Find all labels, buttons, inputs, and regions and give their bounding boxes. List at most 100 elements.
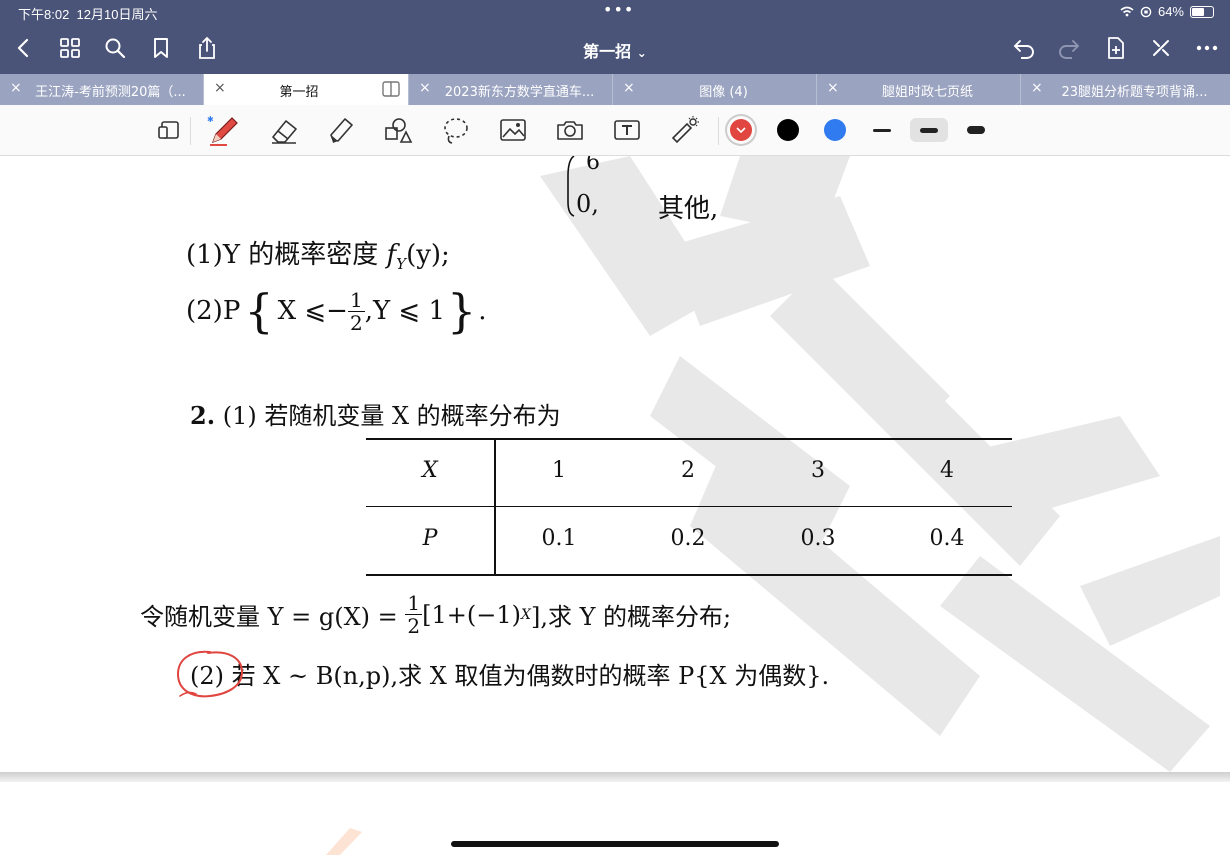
tab-image[interactable]: × 图像 (4): [613, 74, 817, 105]
close-icon[interactable]: ×: [10, 80, 22, 96]
table-cell-x: 1: [552, 458, 566, 483]
stroke-sample: [920, 127, 938, 133]
pencil-tools-icon[interactable]: [1147, 34, 1175, 62]
redo-icon[interactable]: [1055, 34, 1083, 62]
chevron-down-icon[interactable]: ⌄: [637, 46, 647, 60]
laser-pointer-icon[interactable]: [668, 115, 702, 145]
status-time: 下午8:02 12月10日周六: [18, 7, 158, 22]
table-cell-x: 3: [811, 458, 825, 483]
chevron-down-icon: [736, 127, 746, 134]
close-icon[interactable]: ×: [1031, 80, 1043, 96]
q2-body-b: ,Y ⩽ 1: [364, 296, 445, 326]
line3-sup: X: [521, 606, 531, 623]
svg-text:✱: ✱: [207, 115, 214, 124]
piecewise-brace: [567, 156, 575, 217]
close-icon[interactable]: ×: [623, 80, 635, 96]
stroke-width-medium-selected[interactable]: [910, 118, 948, 142]
close-icon[interactable]: ×: [419, 80, 431, 96]
share-icon[interactable]: [193, 34, 221, 62]
color-swatch-black[interactable]: [777, 119, 799, 141]
image-icon[interactable]: [496, 115, 530, 145]
next-page-watermark-fragment: [326, 828, 362, 855]
line3-a: 令随机变量 Y = g(X) =: [140, 603, 398, 631]
document-title[interactable]: 第一招: [583, 42, 631, 61]
bookmark-icon[interactable]: [147, 34, 175, 62]
orientation-lock-icon: [1140, 6, 1152, 17]
pen-icon[interactable]: ✱: [207, 115, 241, 146]
case-fragment-6: 6: [586, 156, 600, 175]
fraction-one-half: 12: [405, 591, 423, 637]
tab-math-review[interactable]: × 2023新东方数学直通车...: [409, 74, 613, 105]
more-icon[interactable]: [1193, 34, 1221, 62]
undo-icon[interactable]: [1010, 34, 1038, 62]
table-cell-p: 0.4: [929, 526, 965, 551]
table-cell-p: 0.1: [541, 526, 577, 551]
grid-view-icon[interactable]: [56, 34, 84, 62]
text-box-icon[interactable]: [610, 115, 644, 145]
document-title-area: 第一招 ⌄: [0, 38, 1230, 62]
probability-table: X P 1 2 3 4 0.1 0.2 0.3 0.4: [366, 438, 1012, 576]
table-mid-rule: [366, 506, 1012, 507]
table-header-x: X: [422, 458, 438, 483]
fraction-numerator: 1: [347, 287, 365, 312]
multitask-dots[interactable]: •••: [603, 0, 634, 19]
battery-fill: [1192, 7, 1204, 16]
q2-end: .: [478, 296, 487, 326]
table-cell-p: 0.2: [670, 526, 706, 551]
table-cell-x: 2: [681, 458, 695, 483]
top-bar: 下午8:02 12月10日周六 ••• 64% 第一招 ⌄: [0, 0, 1230, 74]
fraction-numerator: 1: [405, 591, 423, 615]
q1-sub: Y: [396, 255, 407, 274]
transformation-line: 令随机变量 Y = g(X) = 12 [1+(−1) X],求 Y 的概率分布;: [140, 592, 731, 637]
tab-label: 第一招: [279, 85, 319, 100]
right-brace: }: [447, 284, 477, 338]
status-indicators: 64%: [1120, 4, 1214, 19]
color-swatch-blue[interactable]: [824, 119, 846, 141]
tab-label: 王江涛-考前预测20篇（...: [35, 85, 186, 100]
question-2: (2)P { X ⩽− 12 ,Y ⩽ 1 } .: [186, 284, 487, 338]
stroke-sample: [967, 126, 985, 134]
close-icon[interactable]: ×: [827, 80, 839, 96]
search-icon[interactable]: [101, 34, 129, 62]
left-brace: {: [244, 284, 274, 338]
color-swatch-red-selected[interactable]: [730, 119, 752, 141]
problem-2-heading: 2. (1) 若随机变量 X 的概率分布为: [190, 396, 561, 431]
q1-text: Y 的概率密度: [222, 240, 379, 270]
table-bottom-rule: [366, 574, 1012, 576]
stroke-width-thick[interactable]: [957, 118, 995, 142]
tab-current-document[interactable]: × 第一招: [204, 74, 409, 105]
q1-label: (1): [186, 240, 223, 270]
camera-icon[interactable]: [553, 115, 587, 145]
add-page-icon[interactable]: [1102, 34, 1130, 62]
q1-formula: f: [386, 240, 397, 270]
highlighter-icon[interactable]: [324, 115, 358, 145]
table-header-p: P: [422, 526, 438, 551]
split-view-icon[interactable]: [382, 81, 400, 97]
stroke-width-thin[interactable]: [863, 118, 901, 142]
line4-text: 若 X ~ B(n,p),求 X 取值为偶数时的概率 P{X 为偶数}.: [231, 662, 830, 690]
lasso-icon[interactable]: [439, 115, 473, 145]
fraction-one-half: 12: [347, 287, 365, 335]
tab-label: 图像 (4): [699, 85, 748, 100]
eraser-icon[interactable]: [267, 115, 301, 145]
shapes-icon[interactable]: [381, 115, 415, 145]
table-top-rule: [366, 438, 1012, 440]
table-cell-x: 4: [940, 458, 954, 483]
problem-number: 2.: [190, 401, 216, 430]
tab-wangjiangtao[interactable]: × 王江涛-考前预测20篇（...: [0, 74, 204, 105]
question-2-binomial: (2) 若 X ~ B(n,p),求 X 取值为偶数时的概率 P{X 为偶数}.: [190, 656, 829, 691]
case-fragment-zero: 0,: [576, 190, 599, 218]
document-page[interactable]: 6 0, 其他, (1)Y 的概率密度 fY(y); (2)P { X ⩽− 1…: [0, 156, 1230, 772]
handwritten-circle-annotation[interactable]: [170, 646, 250, 704]
tab-analysis[interactable]: × 23腿姐分析题专项背诵...: [1021, 74, 1230, 105]
drawing-toolbar: ✱: [0, 105, 1230, 156]
q1-arg: (y);: [406, 240, 450, 270]
close-icon[interactable]: ×: [214, 80, 226, 96]
tab-politics[interactable]: × 腿姐时政七页纸: [817, 74, 1021, 105]
stroke-sample: [873, 128, 891, 132]
wifi-icon: [1120, 6, 1134, 17]
fraction-denominator: 2: [349, 310, 363, 335]
home-indicator[interactable]: [451, 841, 779, 847]
page-layout-icon[interactable]: [152, 115, 186, 145]
back-icon[interactable]: [10, 34, 38, 62]
